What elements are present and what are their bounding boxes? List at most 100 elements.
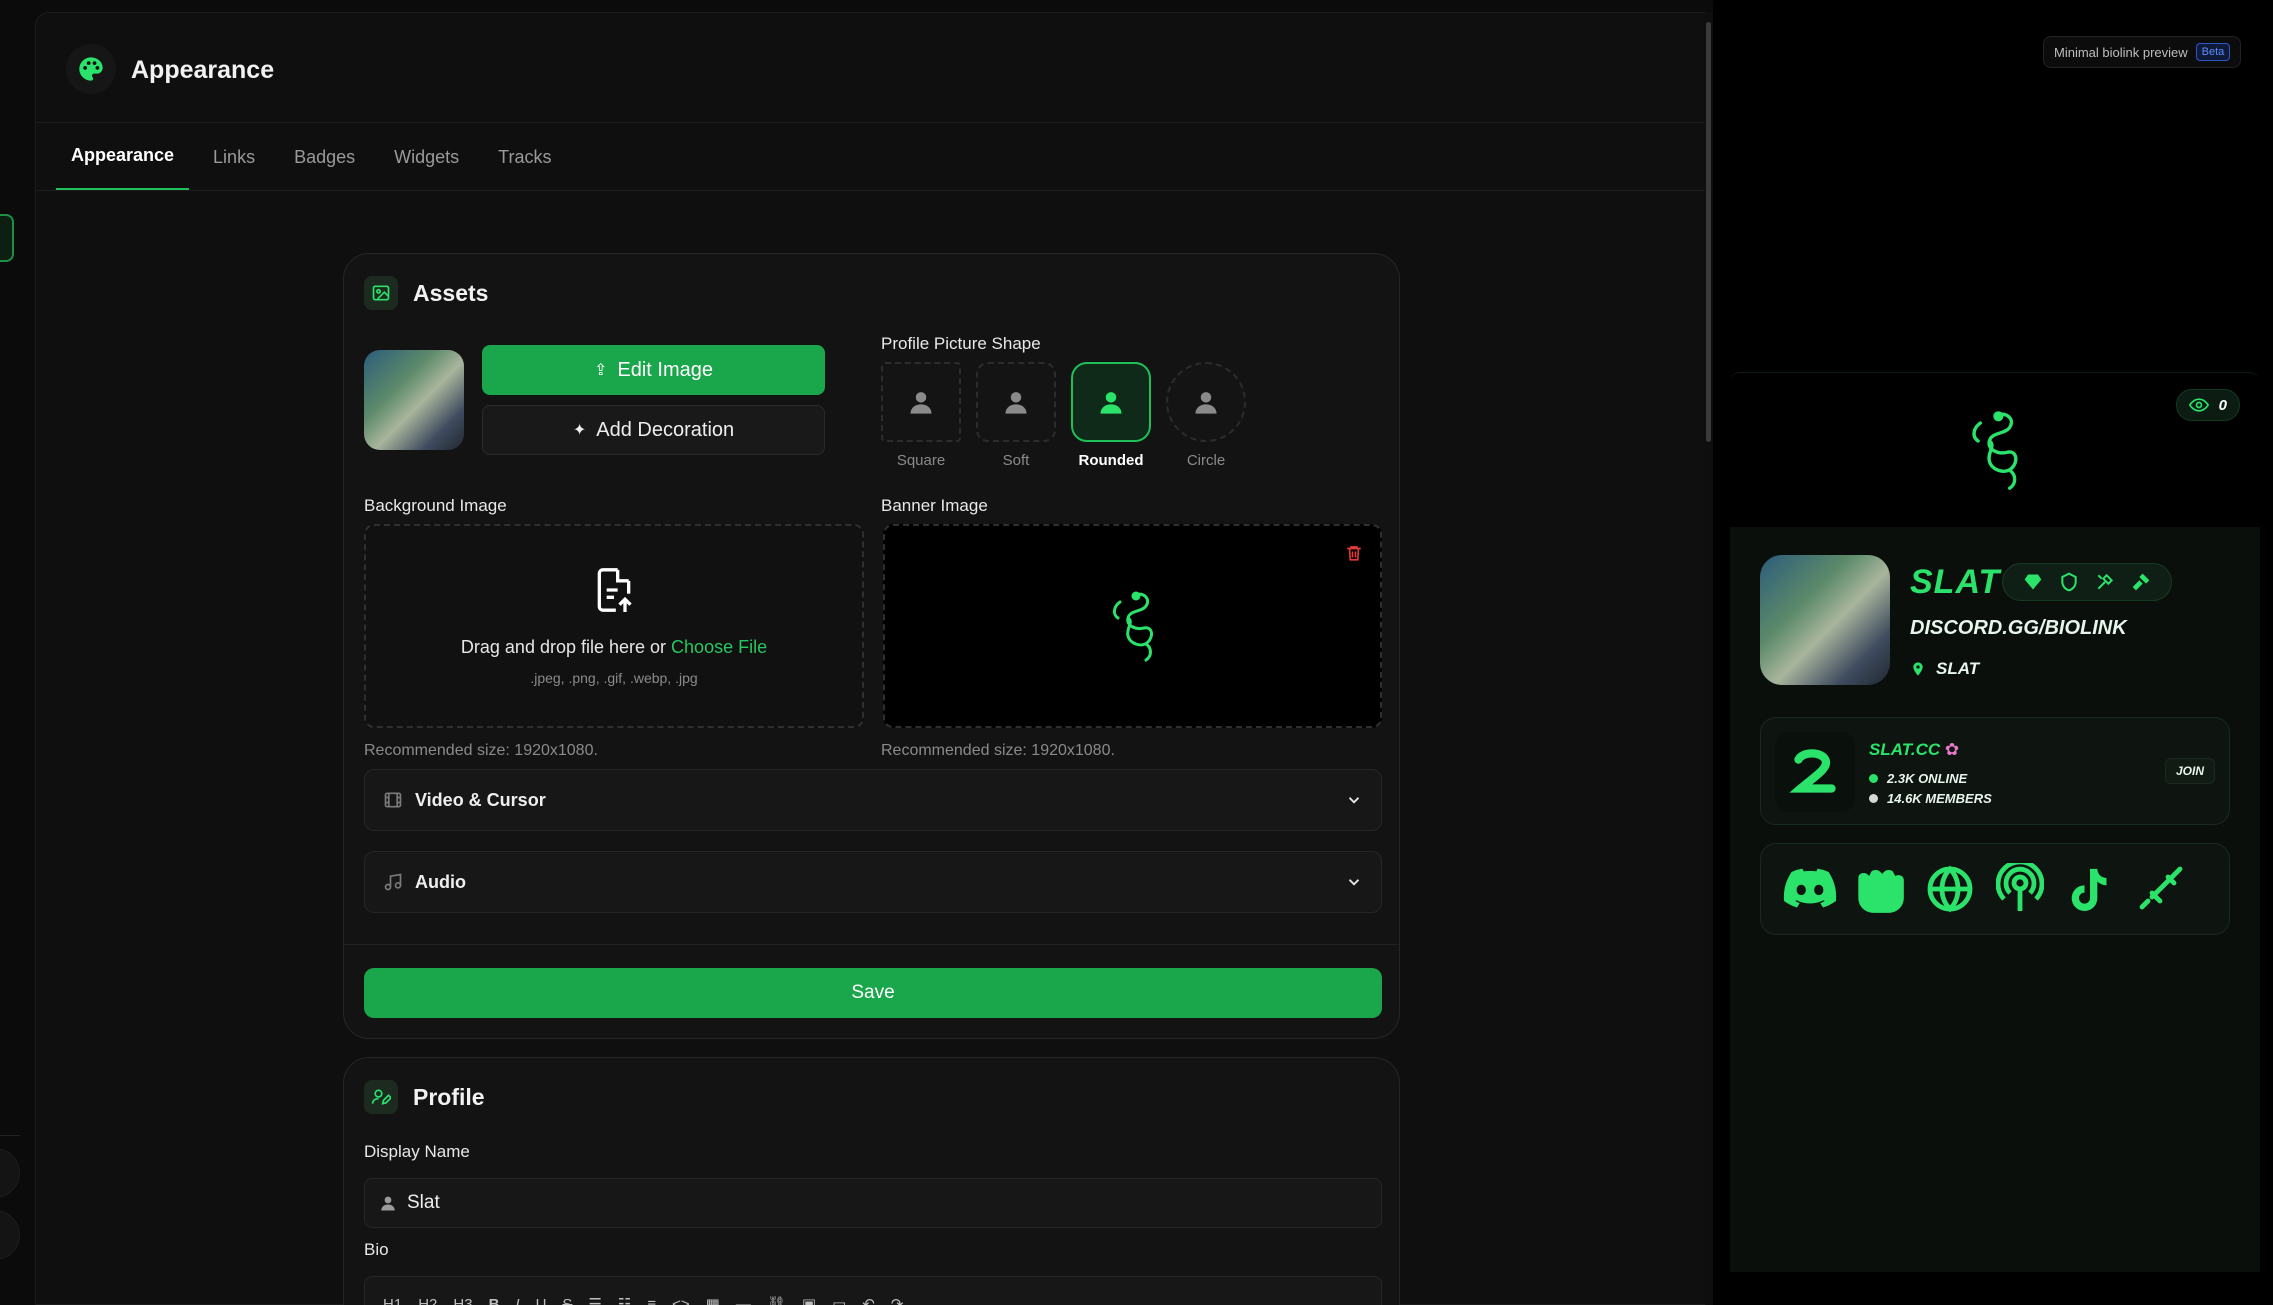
banner-preview[interactable] bbox=[883, 524, 1382, 728]
bold-button[interactable]: B bbox=[489, 1296, 500, 1305]
shape-option-square[interactable]: Square bbox=[881, 362, 961, 469]
italic-button[interactable]: I bbox=[515, 1296, 519, 1305]
hr-icon[interactable]: — bbox=[736, 1296, 751, 1305]
choose-file-link[interactable]: Choose File bbox=[671, 637, 767, 657]
preview-link[interactable]: DISCORD.GG/BIOLINK bbox=[1910, 617, 2127, 640]
shape-options: Square Soft Rounded Circle bbox=[881, 362, 1261, 469]
tiktok-icon[interactable] bbox=[2055, 864, 2125, 914]
background-dropzone[interactable]: Drag and drop file here or Choose File .… bbox=[364, 524, 864, 728]
server-name: SLAT.CC ✿ bbox=[1869, 740, 1959, 760]
chevron-down-icon bbox=[1345, 873, 1363, 891]
dropzone-prompt: Drag and drop file here or bbox=[460, 637, 667, 657]
save-button[interactable]: Save bbox=[364, 968, 1382, 1018]
podcast-icon[interactable] bbox=[1985, 863, 2055, 915]
page-header: Appearance bbox=[36, 13, 1706, 123]
redo-icon[interactable]: ↷ bbox=[891, 1295, 904, 1305]
map-pin-icon bbox=[1910, 660, 1926, 678]
tab-tracks[interactable]: Tracks bbox=[483, 123, 566, 191]
table-icon[interactable]: ▦ bbox=[706, 1295, 720, 1305]
folder-icon[interactable]: ▭ bbox=[832, 1295, 846, 1305]
scrollbar-thumb[interactable] bbox=[1706, 22, 1711, 442]
heading3-button[interactable]: H3 bbox=[453, 1296, 472, 1305]
underline-button[interactable]: U bbox=[536, 1296, 547, 1305]
code-icon[interactable]: <> bbox=[672, 1296, 690, 1305]
video-cursor-title: Video & Cursor bbox=[415, 789, 546, 810]
preview-name: SLAT bbox=[1910, 563, 2001, 601]
beta-badge: Beta bbox=[2195, 43, 2231, 61]
social-links bbox=[1760, 843, 2230, 935]
assets-title: Assets bbox=[413, 279, 489, 306]
member-count-text: 14.6K MEMBERS bbox=[1887, 791, 1992, 806]
display-name-input[interactable]: Slat bbox=[364, 1178, 1382, 1228]
heading2-button[interactable]: H2 bbox=[418, 1296, 437, 1305]
preview-body: SLAT DISCORD.GG/BIOLINK SLAT SLAT.CC ✿ 2… bbox=[1730, 527, 2260, 1272]
tab-appearance[interactable]: Appearance bbox=[56, 123, 190, 191]
partner-badge-icon: ✿ bbox=[1944, 740, 1960, 759]
link-icon[interactable]: ⛓ bbox=[767, 1295, 786, 1305]
film-icon bbox=[383, 790, 403, 810]
ordered-list-icon[interactable]: ☷ bbox=[618, 1295, 631, 1305]
user-icon bbox=[881, 362, 961, 442]
editor-panel: Appearance Appearance Links Badges Widge… bbox=[35, 12, 1707, 1305]
tab-widgets[interactable]: Widgets bbox=[379, 123, 474, 191]
image-icon[interactable]: ▣ bbox=[802, 1295, 816, 1305]
assets-card: Assets ⇪ Edit Image ✦ Add Decoration Pro… bbox=[343, 253, 1400, 1039]
file-upload-icon bbox=[592, 566, 636, 619]
discord-icon[interactable] bbox=[1775, 868, 1845, 910]
left-edge-strip bbox=[0, 0, 35, 1305]
bio-editor[interactable]: H1 H2 H3 B I U S ☰ ☷ ≡ <> ▦ — ⛓ ▣ ▭ ↶ ↷ bbox=[364, 1276, 1382, 1305]
trash-icon[interactable] bbox=[1345, 543, 1363, 568]
server-icon bbox=[1775, 732, 1855, 812]
wrap-icon[interactable]: ≡ bbox=[647, 1296, 656, 1305]
heading1-button[interactable]: H1 bbox=[383, 1296, 402, 1305]
rifle-icon[interactable] bbox=[2125, 865, 2195, 913]
banner-size-hint: Recommended size: 1920x1080. bbox=[881, 742, 1115, 759]
profile-card: Profile Display Name Slat Bio H1 H2 H3 B… bbox=[343, 1057, 1400, 1305]
audio-accordion[interactable]: Audio bbox=[364, 851, 1382, 913]
view-count: 0 bbox=[2218, 396, 2227, 414]
profile-title: Profile bbox=[413, 1083, 485, 1110]
assets-divider bbox=[344, 944, 1399, 945]
shape-option-rounded[interactable]: Rounded bbox=[1071, 362, 1151, 469]
sidebar-avatar-button[interactable] bbox=[0, 1148, 20, 1198]
sparkle-icon: ✦ bbox=[572, 422, 587, 439]
sidebar-divider bbox=[0, 1135, 20, 1136]
preview-banner: 0 bbox=[1730, 372, 2260, 527]
undo-icon[interactable]: ↶ bbox=[862, 1295, 875, 1305]
fist-icon[interactable] bbox=[1845, 865, 1915, 913]
tabs-divider bbox=[36, 190, 1706, 191]
sidebar-active-indicator[interactable] bbox=[0, 214, 14, 262]
tab-badges[interactable]: Badges bbox=[279, 123, 370, 191]
avatar-thumbnail[interactable] bbox=[364, 350, 464, 450]
discord-server-widget: SLAT.CC ✿ 2.3K ONLINE 14.6K MEMBERS JOIN bbox=[1760, 717, 2230, 825]
user-icon bbox=[1166, 362, 1246, 442]
strike-button[interactable]: S bbox=[562, 1296, 572, 1305]
shape-option-circle[interactable]: Circle bbox=[1166, 362, 1246, 469]
dropzone-file-types: .jpeg, .png, .gif, .webp, .jpg bbox=[530, 670, 698, 686]
tab-links[interactable]: Links bbox=[198, 123, 270, 191]
main-scrollbar[interactable] bbox=[1705, 12, 1713, 1305]
bullet-list-icon[interactable]: ☰ bbox=[588, 1295, 601, 1305]
video-cursor-accordion[interactable]: Video & Cursor bbox=[364, 769, 1382, 831]
server-name-text: SLAT.CC bbox=[1869, 740, 1941, 759]
banner-image-label: Banner Image bbox=[881, 496, 988, 515]
user-pen-icon bbox=[364, 1080, 398, 1114]
shape-label-soft: Soft bbox=[1002, 452, 1030, 469]
add-decoration-button[interactable]: ✦ Add Decoration bbox=[482, 405, 825, 455]
profile-header: Profile bbox=[364, 1080, 485, 1114]
sidebar-settings-button[interactable] bbox=[0, 1210, 20, 1260]
globe-icon[interactable] bbox=[1915, 865, 1985, 913]
shape-option-soft[interactable]: Soft bbox=[976, 362, 1056, 469]
preview-pill-text: Minimal biolink preview bbox=[2054, 44, 2188, 60]
edit-image-label: Edit Image bbox=[617, 358, 713, 381]
assets-header: Assets bbox=[364, 276, 488, 310]
edit-image-button[interactable]: ⇪ Edit Image bbox=[482, 345, 825, 395]
background-size-hint: Recommended size: 1920x1080. bbox=[364, 742, 598, 759]
audio-title: Audio bbox=[415, 871, 466, 892]
shape-label-square: Square bbox=[896, 452, 946, 469]
user-icon bbox=[1071, 362, 1151, 442]
palette-icon bbox=[66, 44, 116, 94]
hammer-icon bbox=[2131, 572, 2151, 592]
join-button[interactable]: JOIN bbox=[2164, 758, 2215, 784]
preview-badges bbox=[2002, 563, 2172, 601]
